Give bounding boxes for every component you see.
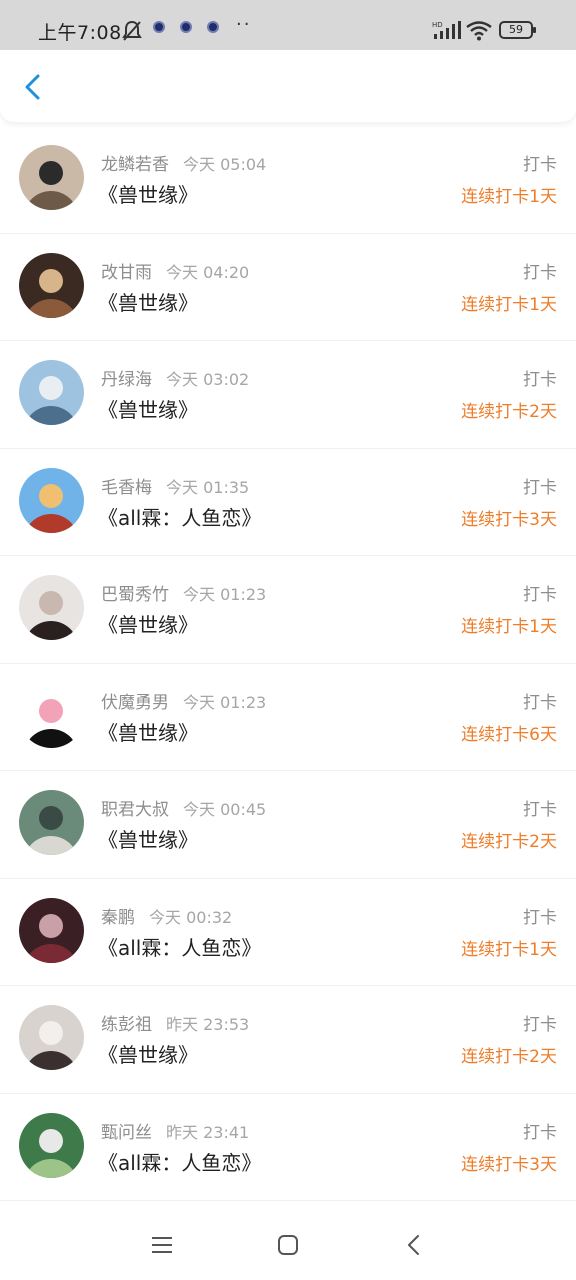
streak-badge: 连续打卡6天 — [461, 724, 557, 745]
battery-indicator: 59 — [499, 21, 536, 39]
user-name-text: 练彭祖 — [101, 1015, 152, 1035]
avatar[interactable] — [19, 1112, 84, 1178]
app-notification-icon — [153, 21, 165, 33]
checkin-label: 打卡 — [523, 1015, 557, 1035]
book-title: 《all霖：人鱼恋》 — [98, 1150, 262, 1175]
app-notification-icon — [207, 21, 219, 33]
user-name-text: 职君大叔 — [101, 800, 169, 820]
checkin-time: 今天 03:02 — [166, 370, 250, 389]
book-title: 《兽世缘》 — [98, 720, 198, 745]
more-dots-icon: ·· — [236, 14, 252, 35]
checkin-time: 昨天 23:41 — [166, 1122, 250, 1142]
wifi-icon — [466, 21, 492, 41]
checkin-row[interactable]: 甄问丝 昨天 23:41 《all霖：人鱼恋》 打卡 连续打卡3天 — [0, 1094, 576, 1201]
book-title: 《all霖：人鱼恋》 — [98, 505, 262, 530]
user-name: 改甘雨 今天 04:20 — [101, 258, 249, 283]
checkin-row[interactable]: 巴蜀秀竹 今天 01:23 《兽世缘》 打卡 连续打卡1天 — [0, 556, 576, 664]
book-title: 《兽世缘》 — [98, 398, 198, 422]
user-name-text: 伏魔勇男 — [101, 692, 169, 713]
streak-badge: 连续打卡3天 — [461, 1154, 557, 1175]
streak-badge: 连续打卡1天 — [461, 294, 557, 315]
back-icon[interactable] — [399, 1230, 429, 1260]
avatar[interactable] — [19, 145, 84, 210]
avatar[interactable] — [19, 897, 84, 963]
checkin-row[interactable]: 职君大叔 今天 00:45 《兽世缘》 打卡 连续打卡2天 — [0, 771, 576, 879]
svg-text:HD: HD — [432, 21, 443, 29]
chevron-left-icon[interactable] — [18, 72, 48, 102]
streak-badge: 连续打卡1天 — [461, 617, 557, 637]
streak-badge: 连续打卡1天 — [461, 939, 557, 960]
status-time: 上午7:08 — [38, 22, 122, 44]
system-navbar — [0, 1210, 576, 1280]
streak-badge: 连续打卡2天 — [461, 1047, 557, 1067]
avatar[interactable] — [19, 575, 84, 640]
checkin-time: 今天 00:32 — [149, 907, 233, 927]
checkin-label: 打卡 — [523, 155, 557, 175]
avatar[interactable] — [19, 252, 84, 318]
checkin-label: 打卡 — [523, 1122, 557, 1143]
hd-signal-icon: HD — [432, 21, 461, 39]
checkin-row[interactable]: 改甘雨 今天 04:20 《兽世缘》 打卡 连续打卡1天 — [0, 234, 576, 341]
avatar[interactable] — [19, 467, 84, 533]
checkin-row[interactable]: 伏魔勇男 今天 01:23 《兽世缘》 打卡 连续打卡6天 — [0, 664, 576, 771]
checkin-label: 打卡 — [523, 800, 557, 820]
user-name-text: 巴蜀秀竹 — [101, 585, 169, 605]
checkin-row[interactable]: 丹绿海 今天 03:02 《兽世缘》 打卡 连续打卡2天 — [0, 341, 576, 449]
book-title: 《兽世缘》 — [98, 1043, 198, 1067]
checkin-label: 打卡 — [523, 370, 557, 390]
user-name: 丹绿海 今天 03:02 — [101, 365, 249, 390]
checkin-time: 今天 04:20 — [166, 262, 250, 282]
checkin-row[interactable]: 龙鳞若香 今天 05:04 《兽世缘》 打卡 连续打卡1天 — [0, 126, 576, 234]
checkin-row[interactable]: 毛香梅 今天 01:35 《all霖：人鱼恋》 打卡 连续打卡3天 — [0, 449, 576, 556]
user-name: 毛香梅 今天 01:35 — [101, 473, 249, 498]
user-name: 职君大叔 今天 00:45 — [101, 795, 266, 820]
checkin-row[interactable]: 练彭祖 昨天 23:53 《兽世缘》 打卡 连续打卡2天 — [0, 986, 576, 1094]
streak-badge: 连续打卡3天 — [461, 509, 557, 530]
top-header — [0, 50, 576, 122]
book-title: 《兽世缘》 — [98, 290, 198, 315]
streak-badge: 连续打卡2天 — [461, 402, 557, 422]
user-name: 秦鹏 今天 00:32 — [101, 903, 232, 928]
avatar[interactable] — [19, 682, 84, 748]
checkin-time: 今天 01:35 — [166, 477, 250, 497]
avatar[interactable] — [19, 360, 84, 425]
menu-icon[interactable] — [147, 1230, 177, 1260]
book-title: 《兽世缘》 — [98, 613, 198, 637]
user-name-text: 甄问丝 — [101, 1122, 152, 1143]
book-title: 《all霖：人鱼恋》 — [98, 935, 262, 960]
user-name-text: 秦鹏 — [101, 907, 135, 928]
user-name-text: 龙鳞若香 — [101, 155, 169, 175]
home-icon[interactable] — [273, 1230, 303, 1260]
checkin-time: 今天 01:23 — [183, 585, 267, 604]
app-notification-icon — [180, 21, 192, 33]
streak-badge: 连续打卡1天 — [461, 187, 557, 207]
checkin-label: 打卡 — [523, 692, 557, 713]
checkin-label: 打卡 — [523, 477, 557, 498]
checkin-label: 打卡 — [523, 585, 557, 605]
checkin-time: 今天 05:04 — [183, 155, 267, 174]
status-bar: 上午7:08 ·· HD 59 — [0, 0, 576, 50]
user-name-text: 丹绿海 — [101, 370, 152, 390]
user-name: 龙鳞若香 今天 05:04 — [101, 150, 266, 175]
user-name-text: 改甘雨 — [101, 262, 152, 283]
user-name: 甄问丝 昨天 23:41 — [101, 1118, 249, 1143]
user-name: 巴蜀秀竹 今天 01:23 — [101, 580, 266, 605]
user-name: 伏魔勇男 今天 01:23 — [101, 688, 266, 713]
checkin-label: 打卡 — [523, 907, 557, 928]
mute-bell-icon — [122, 20, 142, 41]
book-title: 《兽世缘》 — [98, 828, 198, 852]
checkin-row[interactable]: 秦鹏 今天 00:32 《all霖：人鱼恋》 打卡 连续打卡1天 — [0, 879, 576, 986]
book-title: 《兽世缘》 — [98, 183, 198, 207]
streak-badge: 连续打卡2天 — [461, 832, 557, 852]
avatar[interactable] — [19, 1005, 84, 1070]
checkin-label: 打卡 — [523, 262, 557, 283]
checkin-time: 昨天 23:53 — [166, 1015, 250, 1034]
checkin-time: 今天 00:45 — [183, 800, 267, 819]
user-name: 练彭祖 昨天 23:53 — [101, 1010, 249, 1035]
checkin-list: 龙鳞若香 今天 05:04 《兽世缘》 打卡 连续打卡1天 改甘雨 今天 04:20… — [0, 126, 576, 1201]
checkin-time: 今天 01:23 — [183, 692, 267, 712]
user-name-text: 毛香梅 — [101, 477, 152, 498]
avatar[interactable] — [19, 790, 84, 855]
